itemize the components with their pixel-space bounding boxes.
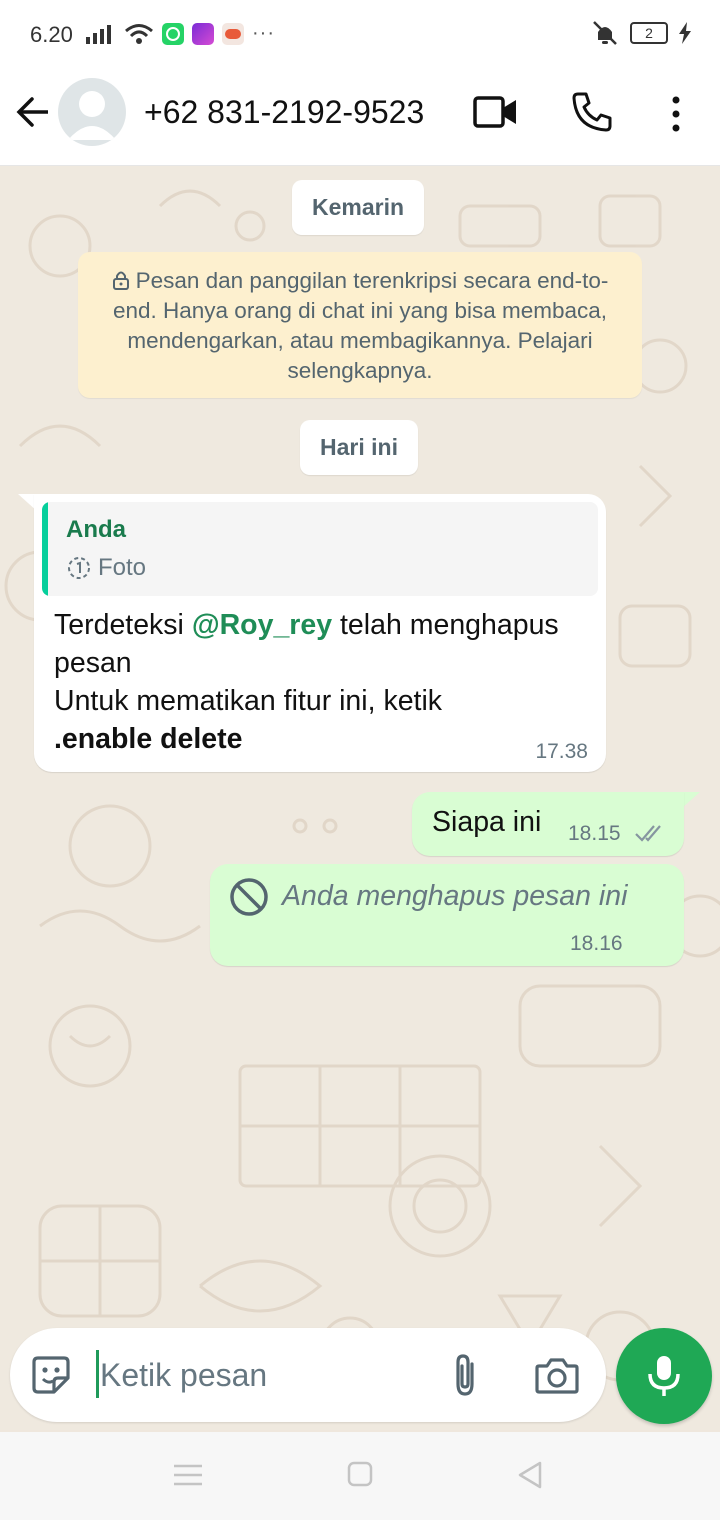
status-time: 6.20 — [30, 22, 73, 47]
incoming-message[interactable]: Anda Foto Terdeteksi @Roy_rey telah meng… — [34, 494, 606, 772]
outgoing-bubble-tail — [682, 792, 700, 808]
encryption-notice-text: Pesan dan panggilan terenkripsi secara e… — [112, 268, 609, 383]
outgoing-message-text: Siapa ini — [432, 806, 542, 838]
message-time: 17.38 — [535, 740, 588, 763]
app-icon — [192, 22, 214, 45]
quote-accent-bar — [42, 502, 48, 596]
message-command: .enable delete — [54, 723, 243, 755]
incoming-message-text: Terdeteksi @Roy_rey telah menghapus pesa… — [54, 606, 594, 758]
sticker-icon[interactable] — [30, 1354, 72, 1396]
message-input[interactable] — [100, 1328, 430, 1422]
message-time: 18.16 — [570, 932, 623, 955]
back-arrow-icon[interactable] — [14, 92, 54, 132]
quote-type-label: Foto — [98, 554, 147, 581]
contact-name[interactable]: +62 831-2192-9523 — [144, 94, 424, 131]
deleted-message-text: Anda menghapus pesan ini — [282, 880, 628, 912]
message-time: 18.15 — [568, 822, 621, 845]
attach-icon[interactable] — [448, 1352, 482, 1398]
deleted-message[interactable]: Anda menghapus pesan ini 18.16 — [210, 864, 684, 966]
view-once-icon — [68, 557, 90, 579]
message-composer[interactable] — [10, 1328, 606, 1422]
mic-button[interactable] — [616, 1328, 712, 1424]
quote-author: Anda — [66, 516, 126, 543]
status-bar: 6.20 ··· 2 — [0, 0, 720, 70]
more-notifications-icon: ··· — [252, 22, 275, 44]
status-left-icons: ··· — [86, 22, 275, 45]
more-options-icon[interactable] — [664, 92, 688, 136]
whatsapp-icon — [162, 22, 184, 45]
encryption-notice[interactable]: Pesan dan panggilan terenkripsi secara e… — [78, 252, 642, 398]
message-text-line2: Untuk mematikan fitur ini, ketik — [54, 685, 443, 717]
wifi-icon — [125, 23, 153, 44]
video-call-icon[interactable] — [472, 92, 520, 132]
mention-link[interactable]: @Roy_rey — [192, 609, 332, 641]
voice-call-icon[interactable] — [570, 90, 614, 134]
signal-icon — [86, 24, 111, 44]
game-icon — [222, 22, 244, 45]
vibrate-icon — [593, 21, 617, 45]
message-text-part1: Terdeteksi — [54, 609, 192, 641]
home-icon[interactable] — [346, 1460, 374, 1488]
battery-icon: 2 — [630, 22, 668, 44]
system-nav-bar — [0, 1432, 720, 1520]
lock-icon — [112, 271, 129, 290]
avatar[interactable] — [58, 78, 126, 146]
camera-icon[interactable] — [534, 1354, 580, 1396]
recent-apps-icon[interactable] — [172, 1462, 204, 1488]
chat-area[interactable]: Kemarin Pesan dan panggilan terenkripsi … — [0, 166, 720, 1430]
outgoing-message[interactable]: Siapa ini 18.15 — [412, 792, 684, 856]
battery-level: 2 — [645, 25, 653, 41]
double-tick-icon — [635, 825, 661, 842]
date-chip-yesterday: Kemarin — [292, 180, 425, 235]
quote-type: Foto — [66, 554, 146, 582]
quoted-message[interactable]: Anda Foto — [42, 502, 598, 596]
chat-header: +62 831-2192-9523 — [0, 70, 720, 166]
date-chip-today: Hari ini — [300, 420, 418, 475]
mic-icon — [648, 1356, 680, 1396]
deleted-icon — [230, 878, 268, 916]
charging-icon — [679, 22, 691, 44]
nav-back-icon[interactable] — [516, 1460, 544, 1490]
status-right-icons: 2 — [590, 20, 692, 46]
text-cursor — [96, 1350, 99, 1398]
